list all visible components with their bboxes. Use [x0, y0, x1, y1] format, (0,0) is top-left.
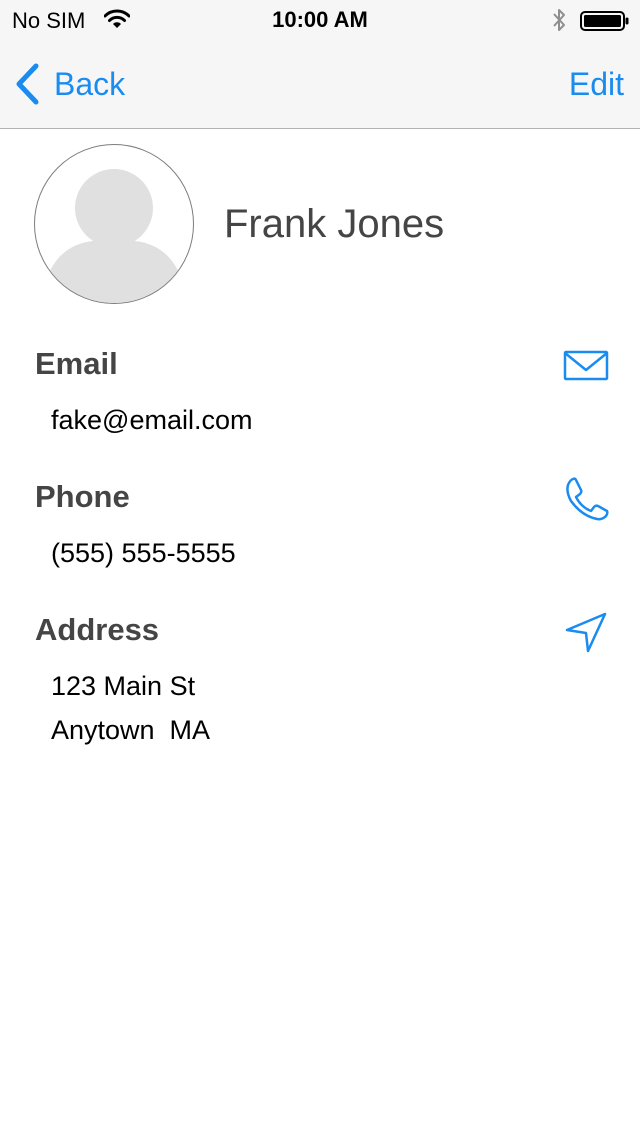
email-value[interactable]: fake@email.com [51, 398, 252, 442]
address-line-2[interactable]: Anytown MA [51, 708, 210, 752]
envelope-icon[interactable] [562, 342, 610, 390]
address-label: Address [35, 612, 160, 647]
back-label: Back [54, 65, 126, 102]
battery-icon [580, 11, 629, 31]
back-button[interactable]: Back [14, 62, 125, 106]
email-label: Email [35, 346, 118, 381]
phone-label: Phone [35, 479, 130, 514]
chevron-left-icon [16, 63, 39, 105]
navigation-bar: Back Edit [0, 40, 640, 128]
edit-button[interactable]: Edit [569, 66, 624, 103]
phone-icon[interactable] [562, 475, 610, 523]
avatar [34, 144, 194, 304]
person-placeholder-icon [45, 169, 183, 303]
address-line-1[interactable]: 123 Main St [51, 664, 195, 708]
status-bar: No SIM 10:00 AM [0, 0, 640, 40]
location-arrow-icon[interactable] [562, 608, 610, 656]
contact-name: Frank Jones [224, 202, 445, 246]
status-time: 10:00 AM [272, 7, 368, 32]
top-bar: No SIM 10:00 AM Back Edit [0, 0, 640, 129]
phone-value[interactable]: (555) 555-5555 [51, 531, 236, 575]
bluetooth-icon [553, 9, 565, 31]
